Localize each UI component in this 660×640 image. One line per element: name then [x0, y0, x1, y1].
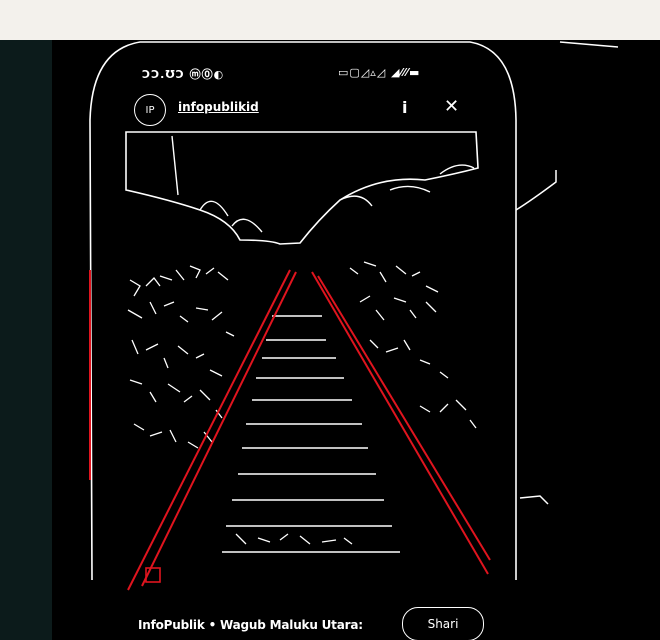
status-bar-left: ƆƆ.ƱƆ ⓜ⓪◐ [142, 68, 225, 81]
edge-image [89, 41, 619, 591]
left-rail-line-a [127, 269, 291, 591]
rail-detections [89, 269, 491, 591]
post-caption: InfoPublik • Wagub Maluku Utara: [138, 618, 363, 632]
edge-detection-viewer: ƆƆ.ƱƆ ⓜ⓪◐ ▭▢◿▵◿ ◢⁄⁄⁄▬ IP infopublikid i … [0, 40, 660, 640]
top-bar [0, 0, 660, 41]
share-button[interactable]: Shari [402, 607, 484, 640]
sky-outline [125, 131, 479, 245]
info-icon[interactable]: i [402, 98, 407, 117]
account-name[interactable]: infopublikid [178, 100, 259, 114]
left-rail-line-b [141, 271, 297, 587]
tree-edge-1 [171, 135, 179, 196]
vegetation-edges [127, 261, 477, 545]
hand-outline-lower [519, 495, 549, 505]
phone-top-right-edge [559, 41, 619, 48]
right-rail-line-b [317, 275, 491, 561]
close-icon[interactable]: ✕ [444, 96, 459, 117]
tree-edge-2 [199, 164, 475, 233]
hand-outline [515, 170, 557, 211]
status-bar-right: ▭▢◿▵◿ ◢⁄⁄⁄▬ [338, 66, 421, 79]
account-avatar[interactable]: IP [134, 94, 166, 126]
right-rail-line-a [311, 271, 489, 575]
